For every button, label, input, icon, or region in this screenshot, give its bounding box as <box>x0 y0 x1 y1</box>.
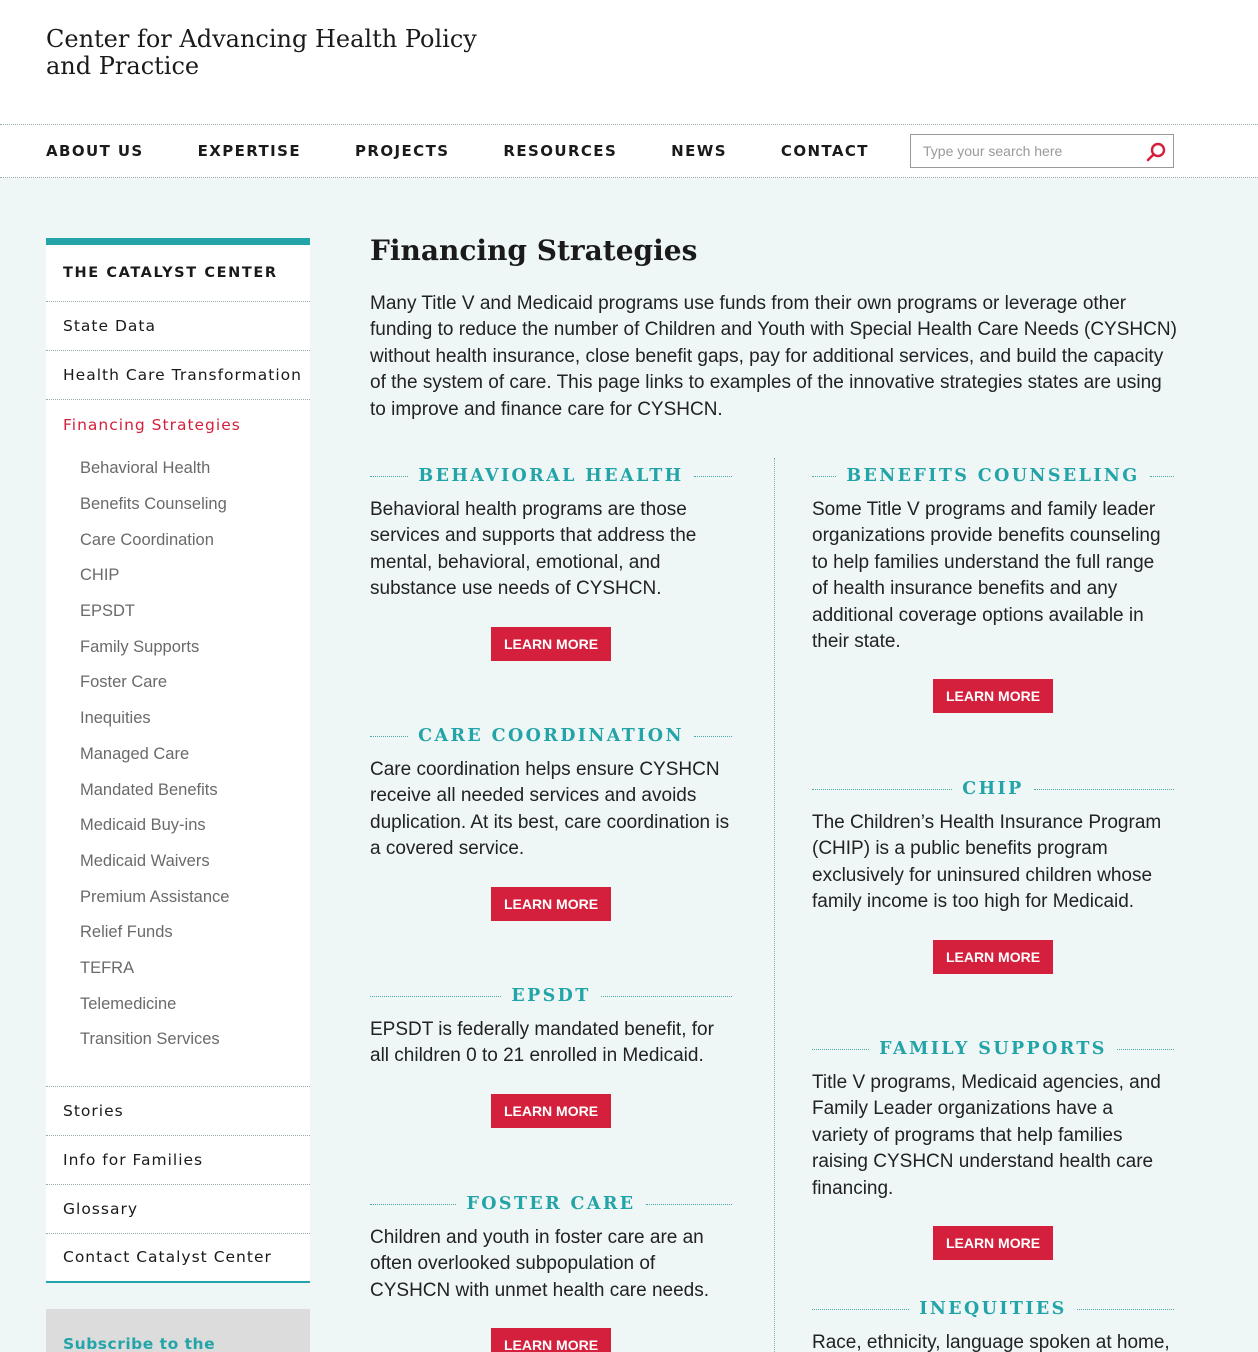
card-text: Behavioral health programs are those ser… <box>370 499 697 600</box>
card-heading: EPSDT <box>370 984 732 1008</box>
sidebar-subitem-medicaid-waivers[interactable]: Medicaid Waivers <box>46 844 310 880</box>
learn-more-button[interactable]: LEARN MORE <box>491 886 611 921</box>
card-text: The Children’s Health Insurance Program … <box>812 812 1162 913</box>
sidebar-item-health-care-transformation[interactable]: Health Care Transformation <box>46 351 310 400</box>
learn-more-button[interactable]: LEARN MORE <box>491 1328 611 1352</box>
sidebar-subitem-behavioral-health[interactable]: Behavioral Health <box>46 451 310 487</box>
card-heading: FAMILY SUPPORTS <box>812 1037 1174 1061</box>
card-care-coordination: CARE COORDINATION Care coordination help… <box>370 724 732 921</box>
card-family-supports: FAMILY SUPPORTS Title V programs, Medica… <box>812 1037 1174 1261</box>
sidebar-item-state-data[interactable]: State Data <box>46 302 310 351</box>
card-heading: INEQUITIES <box>812 1297 1174 1321</box>
nav-projects[interactable]: PROJECTS <box>355 142 449 160</box>
card-text: Race, ethnicity, language spoken at home… <box>812 1332 1170 1352</box>
column-divider <box>774 458 775 1352</box>
card-text: Title V programs, Medicaid agencies, and… <box>812 1072 1161 1199</box>
sidebar-item-glossary[interactable]: Glossary <box>46 1185 310 1234</box>
site-title[interactable]: Center for Advancing Health Policy and P… <box>46 26 526 80</box>
sidebar-subitem-mandated-benefits[interactable]: Mandated Benefits <box>46 772 310 808</box>
card-heading: BEHAVIORAL HEALTH <box>370 464 732 488</box>
learn-more-button[interactable]: LEARN MORE <box>491 1093 611 1128</box>
intro-text: Many Title V and Medicaid programs use f… <box>370 293 1177 420</box>
subscribe-link[interactable]: Subscribe to the Catalyst mailing list » <box>63 1335 293 1352</box>
card-text: EPSDT is federally mandated benefit, for… <box>370 1019 714 1067</box>
subscribe-box: Subscribe to the Catalyst mailing list » <box>46 1308 310 1352</box>
card-heading: BENEFITS COUNSELING <box>812 464 1174 488</box>
nav-news[interactable]: NEWS <box>671 142 727 160</box>
nav-contact[interactable]: CONTACT <box>781 142 869 160</box>
sidebar-subitem-family-supports[interactable]: Family Supports <box>46 629 310 665</box>
sidebar-subitem-care-coordination[interactable]: Care Coordination <box>46 522 310 558</box>
sidebar-subitem-relief-funds[interactable]: Relief Funds <box>46 915 310 951</box>
card-benefits-counseling: BENEFITS COUNSELING Some Title V program… <box>812 464 1174 714</box>
sidebar-submenu: Behavioral Health Benefits Counseling Ca… <box>46 449 310 1087</box>
sidebar-subitem-epsdt[interactable]: EPSDT <box>46 594 310 630</box>
learn-more-button[interactable]: LEARN MORE <box>933 679 1053 714</box>
card-heading: FOSTER CARE <box>370 1192 732 1216</box>
learn-more-button[interactable]: LEARN MORE <box>933 1226 1053 1261</box>
card-inequities: INEQUITIES Race, ethnicity, language spo… <box>812 1297 1174 1352</box>
nav-about-us[interactable]: ABOUT US <box>46 142 144 160</box>
card-text: Children and youth in foster care are an… <box>370 1227 709 1301</box>
sidebar-subitem-tefra[interactable]: TEFRA <box>46 951 310 987</box>
sidebar: THE CATALYST CENTER State Data Health Ca… <box>46 238 310 1352</box>
page-title: Financing Strategies <box>370 234 698 267</box>
nav-resources[interactable]: RESOURCES <box>503 142 617 160</box>
sidebar-item-info-for-families[interactable]: Info for Families <box>46 1136 310 1185</box>
sidebar-subitem-premium-assistance[interactable]: Premium Assistance <box>46 879 310 915</box>
sidebar-subitem-chip[interactable]: CHIP <box>46 558 310 594</box>
sidebar-subitem-benefits-counseling[interactable]: Benefits Counseling <box>46 487 310 523</box>
card-text: Some Title V programs and family leader … <box>812 499 1161 653</box>
learn-more-button[interactable]: LEARN MORE <box>491 626 611 661</box>
learn-more-button[interactable]: LEARN MORE <box>933 939 1053 974</box>
card-behavioral-health: BEHAVIORAL HEALTH Behavioral health prog… <box>370 464 732 661</box>
main-nav: ABOUT US EXPERTISE PROJECTS RESOURCES NE… <box>0 124 1258 178</box>
sidebar-menu: THE CATALYST CENTER State Data Health Ca… <box>46 238 310 1283</box>
sidebar-item-financing-strategies[interactable]: Financing Strategies <box>46 400 310 449</box>
card-foster-care: FOSTER CARE Children and youth in foster… <box>370 1192 732 1352</box>
sidebar-subitem-foster-care[interactable]: Foster Care <box>46 665 310 701</box>
nav-expertise[interactable]: EXPERTISE <box>198 142 301 160</box>
sidebar-subitem-telemedicine[interactable]: Telemedicine <box>46 986 310 1022</box>
search-box <box>910 134 1174 168</box>
card-epsdt: EPSDT EPSDT is federally mandated benefi… <box>370 984 732 1128</box>
search-icon[interactable] <box>1145 141 1167 163</box>
sidebar-subitem-managed-care[interactable]: Managed Care <box>46 737 310 773</box>
search-input[interactable] <box>911 135 1141 167</box>
sidebar-subitem-transition-services[interactable]: Transition Services <box>46 1022 310 1058</box>
card-text: Care coordination helps ensure CYSHCN re… <box>370 759 730 860</box>
sidebar-heading[interactable]: THE CATALYST CENTER <box>46 245 310 302</box>
sidebar-subitem-medicaid-buy-ins[interactable]: Medicaid Buy-ins <box>46 808 310 844</box>
sidebar-item-stories[interactable]: Stories <box>46 1087 310 1136</box>
sidebar-item-contact-catalyst-center[interactable]: Contact Catalyst Center <box>46 1234 310 1283</box>
site-header: Center for Advancing Health Policy and P… <box>0 0 1258 124</box>
card-heading: CHIP <box>812 777 1174 801</box>
sidebar-subitem-inequities[interactable]: Inequities <box>46 701 310 737</box>
nav-list: ABOUT US EXPERTISE PROJECTS RESOURCES NE… <box>46 125 923 177</box>
card-chip: CHIP The Children’s Health Insurance Pro… <box>812 777 1174 974</box>
card-heading: CARE COORDINATION <box>370 724 732 748</box>
